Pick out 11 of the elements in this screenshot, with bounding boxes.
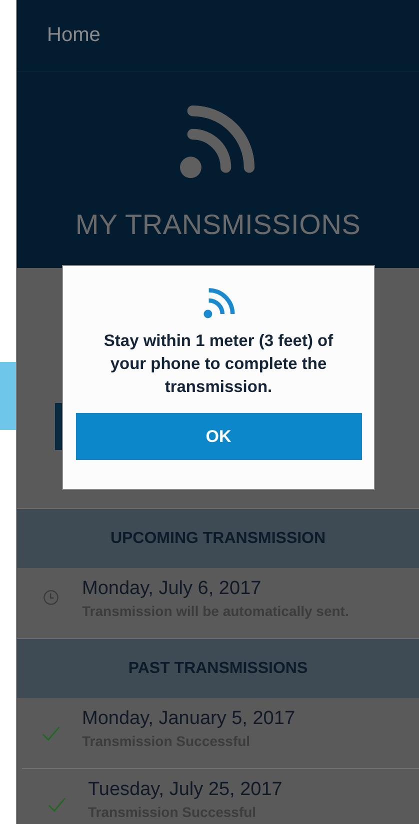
check-icon xyxy=(42,726,60,741)
ok-button[interactable]: OK xyxy=(76,413,362,460)
transmission-date: Tuesday, July 25, 2017 xyxy=(88,779,282,801)
clock-icon xyxy=(42,589,60,606)
dialog-message: Stay within 1 meter (3 feet) of your phone to complete the transmission. xyxy=(103,331,334,398)
signal-icon xyxy=(202,286,236,320)
page-title: MY TRANSMISSIONS xyxy=(75,209,361,241)
home-link[interactable]: Home xyxy=(47,24,100,46)
transmission-date: Monday, July 6, 2017 xyxy=(82,578,262,600)
transmission-date: Monday, January 5, 2017 xyxy=(82,708,296,730)
check-icon xyxy=(48,797,66,812)
